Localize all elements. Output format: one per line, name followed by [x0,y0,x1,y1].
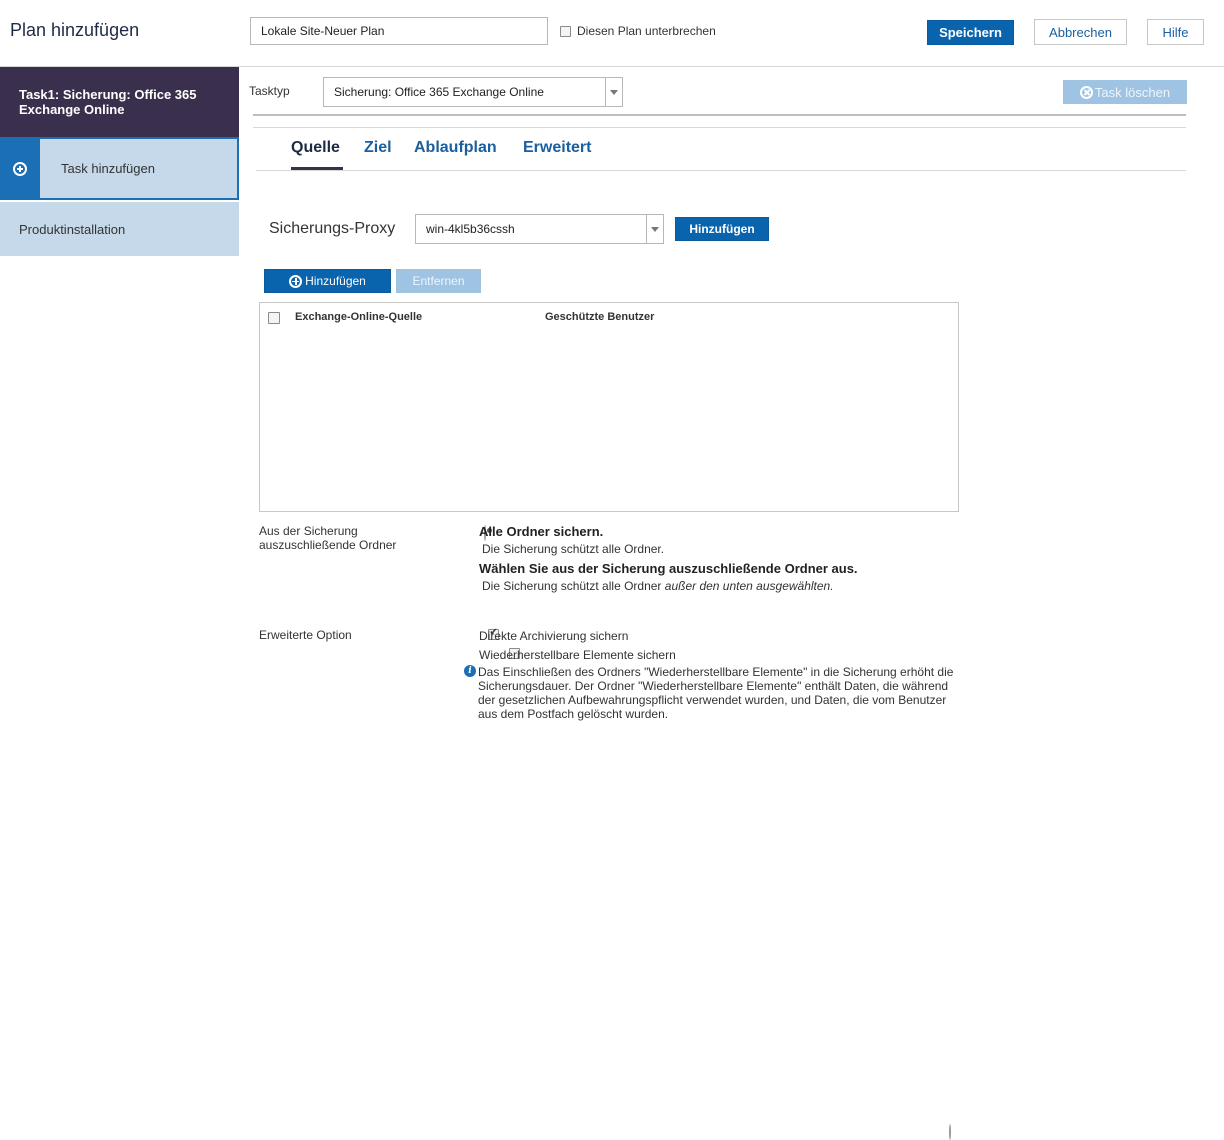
tasktype-dropdown-arrow[interactable] [605,78,622,106]
divider [253,114,1186,116]
chevron-down-icon [610,89,618,95]
plus-circle-icon [13,161,27,176]
all-folders-desc: Die Sicherung schützt alle Ordner. [482,542,665,556]
page-title: Plan hinzufügen [10,20,140,40]
select-excluded-desc: Die Sicherung schützt alle Ordner außer … [482,579,834,593]
proxy-add-button[interactable]: Hinzufügen [675,217,769,241]
tab-quelle[interactable]: Quelle [291,139,340,157]
tabs-divider [256,170,1186,171]
add-source-label: Hinzufügen [305,274,366,288]
radio-select-excluded[interactable] [949,1124,952,1140]
tab-ziel[interactable]: Ziel [364,139,392,157]
delete-task-button[interactable]: Task löschen [1063,80,1187,104]
proxy-dropdown-arrow[interactable] [646,215,663,243]
column-header-source[interactable]: Exchange-Online-Quelle [295,311,422,323]
tasktype-select[interactable]: Sicherung: Office 365 Exchange Online [323,77,623,107]
chevron-down-icon [651,226,659,232]
pause-plan-label: Diesen Plan unterbrechen [577,24,716,38]
sidebar-task-label: Task1: Sicherung: Office 365 Exchange On… [19,87,197,117]
all-folders-title[interactable]: Alle Ordner sichern. [479,524,603,539]
proxy-value: win-4kl5b36cssh [426,222,515,236]
archive-label[interactable]: Direkte Archivierung sichern [479,629,628,643]
sidebar-item-task1[interactable]: Task1: Sicherung: Office 365 Exchange On… [0,67,239,137]
pause-plan-checkbox[interactable] [560,25,571,37]
recoverable-items-label[interactable]: Wiederherstellbare Elemente sichern [479,648,676,662]
tasktype-label: Tasktyp [249,84,290,98]
column-header-protected-users[interactable]: Geschützte Benutzer [545,311,654,323]
exclude-folders-label: Aus der Sicherung auszuschließende Ordne… [259,524,396,552]
select-all-checkbox[interactable] [268,312,280,324]
cancel-button[interactable]: Abbrechen [1034,19,1127,45]
recoverable-items-info: Das Einschließen des Ordners "Wiederhers… [478,665,954,721]
plus-circle-icon [289,274,303,288]
tab-erweitert[interactable]: Erweitert [523,139,591,157]
info-icon: i [464,665,476,677]
proxy-select[interactable]: win-4kl5b36cssh [415,214,664,244]
tasktype-value: Sicherung: Office 365 Exchange Online [334,85,544,99]
select-excluded-desc-prefix: Die Sicherung schützt alle Ordner [482,579,665,593]
select-excluded-title[interactable]: Wählen Sie aus der Sicherung auszuschlie… [479,561,858,576]
plan-name-input[interactable] [250,17,548,45]
add-task-icon-box[interactable] [0,137,40,200]
select-excluded-desc-italic: außer den unten ausgewählten. [664,579,834,593]
exclude-folders-label-line1: Aus der Sicherung [259,524,358,538]
product-installation-label: Produktinstallation [19,222,126,237]
exclude-folders-label-line2: auszuschließende Ordner [259,538,397,552]
source-table [259,302,959,512]
proxy-label: Sicherungs-Proxy [269,220,396,237]
help-button[interactable]: Hilfe [1147,19,1204,45]
delete-task-label: Task löschen [1094,84,1171,100]
advanced-option-label: Erweiterte Option [259,628,352,642]
pause-plan-checkbox-group[interactable]: Diesen Plan unterbrechen [560,24,716,38]
save-button[interactable]: Speichern [927,20,1014,45]
sidebar-item-product-installation[interactable]: Produktinstallation [0,202,239,256]
divider [253,127,1186,128]
remove-source-button[interactable]: Entfernen [396,269,481,293]
close-circle-icon [1079,85,1093,99]
add-task-label[interactable]: Task hinzufügen [61,161,155,176]
tab-ablaufplan[interactable]: Ablaufplan [414,139,497,157]
add-source-button[interactable]: Hinzufügen [264,269,391,293]
